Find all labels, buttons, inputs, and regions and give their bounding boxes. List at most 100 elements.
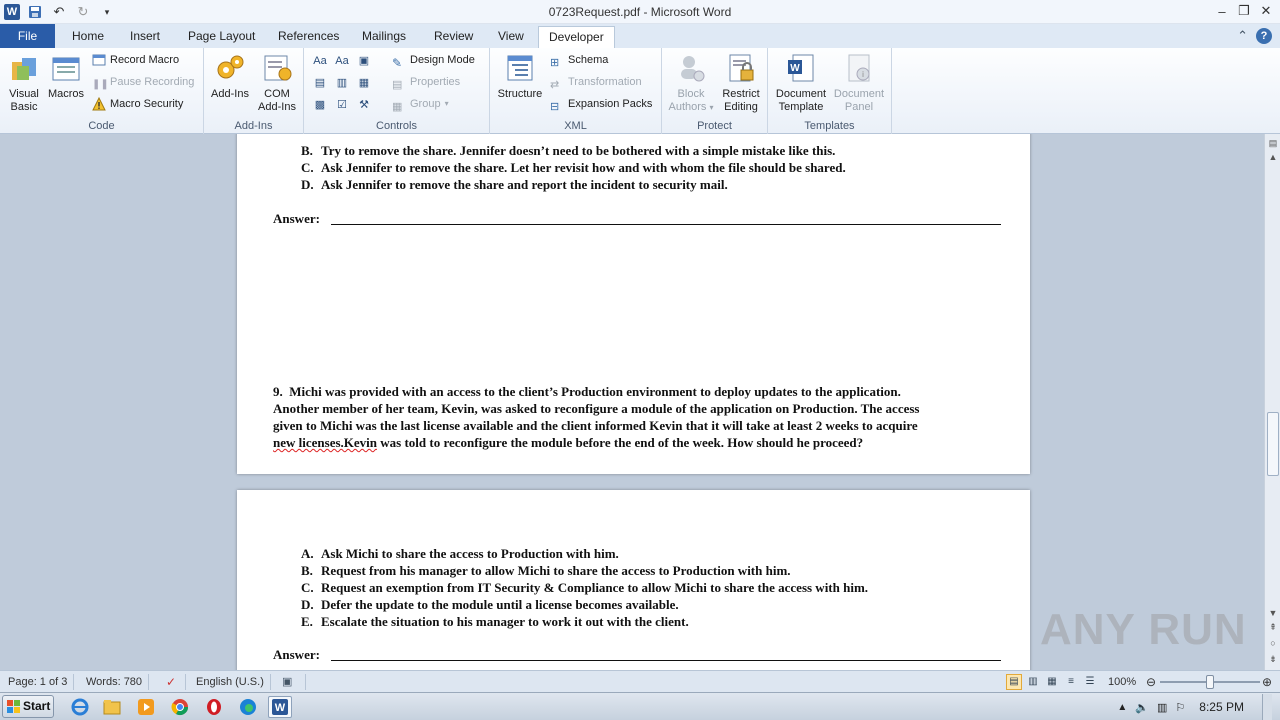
record-macro-button[interactable]: Record Macro (92, 50, 179, 70)
tab-developer[interactable]: Developer (538, 26, 615, 48)
rich-text-control-icon[interactable]: Aa (312, 54, 328, 68)
properties-button[interactable]: ▤ Properties (392, 72, 460, 92)
tab-references[interactable]: References (268, 26, 349, 48)
pause-recording-button[interactable]: ❚❚ Pause Recording (92, 72, 194, 92)
view-buttons: ▤ ▥ ▦ ≡ ☰ (1006, 674, 1098, 690)
structure-icon (507, 55, 533, 81)
web-layout-icon[interactable]: ▦ (1044, 674, 1060, 690)
action-center-flag-icon[interactable]: ⚐ (1175, 701, 1185, 714)
tab-view[interactable]: View (488, 26, 534, 48)
taskbar: Start W ▲ 🔈 ▥ ⚐ 8:25 PM (0, 692, 1280, 720)
system-tray: ▲ 🔈 ▥ ⚐ 8:25 PM (1117, 693, 1280, 720)
outline-view-icon[interactable]: ≡ (1063, 674, 1079, 690)
zoom-level[interactable]: 100% (1108, 674, 1136, 690)
checkbox-control-icon[interactable]: ☑ (334, 98, 350, 112)
word-taskbar-icon[interactable]: W (268, 696, 292, 718)
browse-object-icon[interactable]: ○ (1265, 636, 1280, 650)
volume-icon[interactable]: 🔈 (1135, 701, 1149, 714)
macros-button[interactable]: Macros (46, 52, 86, 101)
opera-icon[interactable] (202, 696, 226, 718)
group-label-controls: Controls (376, 120, 417, 132)
help-icon[interactable]: ? (1256, 28, 1272, 44)
macro-record-icon[interactable]: ▣ (276, 674, 306, 690)
file-explorer-icon[interactable] (100, 696, 124, 718)
plain-text-control-icon[interactable]: Aa (334, 54, 350, 68)
minimize-button[interactable]: – (1214, 2, 1230, 20)
restrict-editing-button[interactable]: Restrict Editing (718, 52, 764, 114)
legacy-tools-icon[interactable]: ⚒ (356, 98, 372, 112)
date-picker-control-icon[interactable]: ▩ (312, 98, 328, 112)
restore-button[interactable]: ❐ (1236, 2, 1252, 20)
minimize-ribbon-icon[interactable]: ⌃ (1237, 28, 1248, 44)
group-label-code: Code (88, 120, 115, 132)
expansion-packs-button[interactable]: ⊟ Expansion Packs (550, 94, 652, 114)
tab-review[interactable]: Review (424, 26, 483, 48)
tab-file[interactable]: File (0, 24, 55, 48)
add-ins-button[interactable]: Add-Ins (208, 52, 252, 101)
q9-answer-line (331, 647, 1001, 661)
com-add-ins-button[interactable]: COM Add-Ins (254, 52, 300, 114)
show-hidden-icons-icon[interactable]: ▲ (1117, 702, 1127, 713)
chrome-icon[interactable] (168, 696, 192, 718)
gears-icon (217, 55, 244, 79)
tab-mailings[interactable]: Mailings (352, 26, 416, 48)
start-button[interactable]: Start (2, 695, 54, 718)
group-label-xml: XML (564, 120, 587, 132)
scroll-down-icon[interactable]: ▼ (1265, 606, 1280, 620)
edge-icon[interactable] (236, 696, 260, 718)
warning-icon (92, 97, 106, 111)
clock[interactable]: 8:25 PM (1199, 700, 1244, 714)
previous-page-icon[interactable]: ⇞ (1265, 620, 1280, 634)
word-count[interactable]: Words: 780 (80, 674, 150, 690)
document-page-1: B. Try to remove the share. Jennifer does… (237, 134, 1030, 474)
group-button[interactable]: ▦ Group ▾ (392, 94, 449, 114)
document-template-button[interactable]: W Document Template (772, 52, 830, 114)
vertical-scrollbar[interactable]: ▤ ▲ ▼ ⇞ ○ ⇟ (1264, 134, 1280, 670)
page-count[interactable]: Page: 1 of 3 (2, 674, 75, 690)
network-icon[interactable]: ▥ (1157, 701, 1167, 714)
tab-home[interactable]: Home (62, 26, 114, 48)
group-icon: ▦ (392, 101, 403, 113)
structure-button[interactable]: Structure (494, 52, 546, 101)
q8-option-b: B. Try to remove the share. Jennifer does… (301, 143, 836, 158)
q9-answer-label: Answer: (273, 647, 320, 662)
record-macro-icon (92, 54, 106, 66)
macro-security-button[interactable]: Macro Security (92, 94, 183, 114)
transformation-button[interactable]: ⇄ Transformation (550, 72, 642, 92)
ruler-toggle-icon[interactable]: ▤ (1265, 136, 1280, 150)
block-authors-button[interactable]: Block Authors ▾ (666, 52, 716, 114)
q8-option-d: D. Ask Jennifer to remove the share and r… (301, 177, 728, 192)
full-screen-reading-icon[interactable]: ▥ (1025, 674, 1041, 690)
ribbon-tabs: File Home Insert Page Layout References … (0, 24, 1280, 48)
zoom-out-icon[interactable]: ⊖ (1146, 674, 1156, 690)
document-area[interactable]: B. Try to remove the share. Jennifer does… (0, 134, 1264, 670)
combo-box-control-icon[interactable]: ▥ (334, 76, 350, 90)
show-desktop-button[interactable] (1262, 694, 1272, 720)
print-layout-view-icon[interactable]: ▤ (1006, 674, 1022, 690)
next-page-icon[interactable]: ⇟ (1265, 652, 1280, 666)
q9-option-a: A. Ask Michi to share the access to Produ… (301, 546, 619, 561)
internet-explorer-icon[interactable] (68, 696, 92, 718)
building-block-control-icon[interactable]: ▤ (312, 76, 328, 90)
language-indicator[interactable]: English (U.S.) (190, 674, 271, 690)
tab-insert[interactable]: Insert (120, 26, 170, 48)
macros-icon (52, 57, 80, 81)
visual-basic-button[interactable]: Visual Basic (4, 52, 44, 114)
media-player-icon[interactable] (134, 696, 158, 718)
zoom-slider-thumb[interactable] (1206, 675, 1214, 689)
scroll-up-icon[interactable]: ▲ (1265, 150, 1280, 164)
schema-button[interactable]: ⊞ Schema (550, 50, 608, 70)
draft-view-icon[interactable]: ☰ (1082, 674, 1098, 690)
picture-control-icon[interactable]: ▣ (356, 54, 372, 68)
document-panel-button[interactable]: i Document Panel (830, 52, 888, 114)
close-button[interactable]: ✕ (1258, 2, 1274, 20)
design-mode-button[interactable]: ✎ Design Mode (392, 50, 475, 70)
spelling-error[interactable]: new licenses.Kevin (273, 435, 377, 450)
scroll-thumb[interactable] (1267, 412, 1279, 476)
zoom-in-icon[interactable]: ⊕ (1262, 674, 1272, 690)
group-templates: W Document Template i Document Panel Tem… (768, 48, 892, 134)
tab-page-layout[interactable]: Page Layout (178, 26, 265, 48)
com-add-ins-icon (264, 55, 292, 81)
proofing-icon[interactable]: ✓ (160, 674, 186, 690)
dropdown-list-control-icon[interactable]: ▦ (356, 76, 372, 90)
